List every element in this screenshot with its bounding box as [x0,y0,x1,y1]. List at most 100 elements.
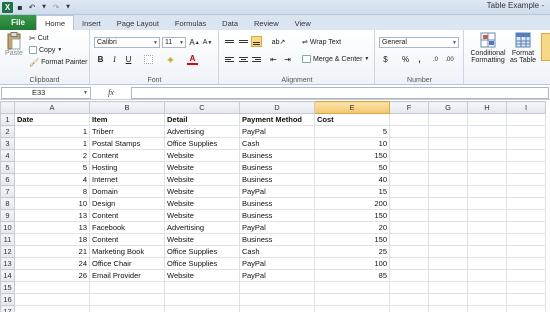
cell[interactable] [389,293,429,306]
shrink-font-icon[interactable]: A ▼ [202,37,213,48]
cell[interactable]: PayPal [239,221,315,234]
row-header[interactable]: 9 [0,209,15,222]
cell[interactable]: Advertising [164,125,240,138]
align-center-icon[interactable] [238,54,249,65]
increase-indent-icon[interactable]: ⇥ [282,54,293,65]
cell[interactable] [14,281,90,294]
cell[interactable]: 5 [314,125,390,138]
cell[interactable] [428,293,468,306]
align-top-icon[interactable] [224,36,235,47]
row-header[interactable]: 16 [0,293,15,306]
cell[interactable]: 40 [314,173,390,186]
cell[interactable] [506,137,546,150]
formula-input[interactable] [131,86,549,99]
cell[interactable] [14,293,90,306]
cell[interactable] [14,305,90,312]
cell[interactable] [467,269,507,282]
cell[interactable] [239,305,315,312]
cell[interactable]: Website [164,149,240,162]
cell[interactable]: Website [164,173,240,186]
row-header[interactable]: 8 [0,197,15,210]
row-header[interactable]: 13 [0,257,15,270]
cell[interactable]: 100 [314,257,390,270]
cell[interactable]: Website [164,209,240,222]
cell[interactable]: PayPal [239,269,315,282]
cell[interactable]: 8 [14,185,90,198]
row-header[interactable]: 3 [0,137,15,150]
cell[interactable]: 18 [14,233,90,246]
tab-home[interactable]: Home [36,15,75,30]
cell[interactable] [428,161,468,174]
cell[interactable] [506,161,546,174]
cell[interactable] [428,257,468,270]
cell[interactable] [239,281,315,294]
cell[interactable]: 150 [314,209,390,222]
cell[interactable] [428,245,468,258]
cell[interactable] [506,245,546,258]
cell[interactable] [428,149,468,162]
cell[interactable]: 1 [14,137,90,150]
row-header[interactable]: 15 [0,281,15,294]
cell[interactable] [89,281,165,294]
cell[interactable] [428,113,468,126]
cell[interactable] [467,257,507,270]
cell[interactable]: 150 [314,149,390,162]
column-header[interactable]: D [239,101,315,114]
cell[interactable]: Date [14,113,90,126]
row-header[interactable]: 6 [0,173,15,186]
cell[interactable] [314,293,390,306]
cell[interactable]: Triberr [89,125,165,138]
percent-button[interactable]: % [400,54,411,65]
cell[interactable] [314,305,390,312]
undo-icon[interactable]: ↶ [27,1,37,14]
cell[interactable] [389,221,429,234]
cell[interactable]: Internet [89,173,165,186]
cell[interactable]: 10 [314,137,390,150]
cell[interactable] [506,149,546,162]
cell[interactable]: 21 [14,245,90,258]
cell[interactable] [467,161,507,174]
cell[interactable]: Advertising [164,221,240,234]
align-bottom-icon[interactable] [251,36,262,47]
cell[interactable] [89,293,165,306]
redo-icon[interactable]: ↷ [51,1,61,14]
cell[interactable]: PayPal [239,257,315,270]
cell[interactable] [389,173,429,186]
cell[interactable] [314,281,390,294]
cell[interactable] [428,209,468,222]
cell[interactable] [467,221,507,234]
cell[interactable] [506,113,546,126]
currency-button[interactable]: $ [380,54,391,65]
row-header[interactable]: 11 [0,233,15,246]
cell[interactable] [467,137,507,150]
cell[interactable] [467,197,507,210]
cell[interactable] [467,209,507,222]
align-middle-icon[interactable] [238,36,249,47]
orientation-icon[interactable]: ab↗ [272,36,286,47]
conditional-formatting-button[interactable]: Conditional Formatting [468,32,508,64]
column-header-selected[interactable]: E [314,101,390,114]
cell[interactable] [389,281,429,294]
cell[interactable]: 50 [314,161,390,174]
cell[interactable]: Business [239,233,315,246]
cell[interactable]: Business [239,161,315,174]
cell[interactable]: Payment Method [239,113,315,126]
cell[interactable]: Detail [164,113,240,126]
cell[interactable]: Content [89,233,165,246]
cell[interactable]: Office Chair [89,257,165,270]
tab-view[interactable]: View [287,16,319,30]
cell[interactable]: Marketing Book [89,245,165,258]
cell[interactable]: 13 [14,209,90,222]
cell[interactable] [164,305,240,312]
cell[interactable] [467,281,507,294]
cell[interactable] [506,281,546,294]
column-header[interactable]: A [14,101,90,114]
font-color-icon[interactable]: A [187,54,198,65]
cell[interactable]: 200 [314,197,390,210]
cut-button[interactable]: ✂ Cut [29,34,49,43]
font-size-select[interactable]: 11 ▼ [162,37,186,48]
cell[interactable] [467,293,507,306]
cell[interactable]: Business [239,149,315,162]
cell[interactable] [389,305,429,312]
cell[interactable]: Website [164,269,240,282]
